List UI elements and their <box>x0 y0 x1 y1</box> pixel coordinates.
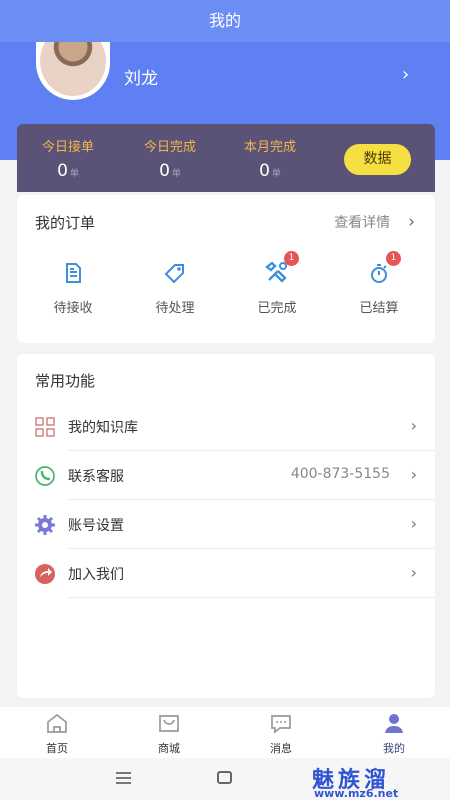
grid-icon <box>34 416 56 438</box>
share-icon <box>34 563 56 585</box>
home-button-icon[interactable] <box>217 771 232 784</box>
stat-today-completed: 今日完成 0单 <box>125 136 215 181</box>
bottom-tab-bar: 首页 商城 消息 我的 <box>0 707 450 758</box>
stat-value: 0单 <box>159 161 181 181</box>
menu-icon[interactable] <box>116 772 131 784</box>
order-settled[interactable]: 1 已结算 <box>339 251 419 316</box>
common-features-card: 常用功能 我的知识库 › 联系客服 400-873-5155 › 账号设置 › … <box>17 354 435 698</box>
home-icon <box>47 713 67 733</box>
stat-value: 0单 <box>259 161 281 181</box>
stat-label: 今日接单 <box>41 140 94 155</box>
features-title: 常用功能 <box>35 372 96 390</box>
mall-icon <box>159 715 179 732</box>
document-icon <box>59 259 87 287</box>
feature-join-us[interactable]: 加入我们 › <box>17 549 435 598</box>
orders-card: 我的订单 查看详情 › 待接收 待处理 1 已完成 1 已结算 <box>17 195 435 343</box>
stopwatch-icon: 1 <box>365 251 401 287</box>
order-completed[interactable]: 1 已完成 <box>237 251 317 316</box>
chevron-right-icon: › <box>408 212 415 232</box>
phone-icon <box>34 465 56 487</box>
stat-label: 今日完成 <box>143 140 196 155</box>
stat-value: 0单 <box>57 161 79 181</box>
chevron-right-icon: › <box>410 563 417 582</box>
tab-mine[interactable]: 我的 <box>354 712 434 756</box>
message-icon <box>271 715 291 734</box>
stat-today-received: 今日接单 0单 <box>23 136 113 181</box>
order-pending-receive[interactable]: 待接收 <box>33 259 113 316</box>
stat-label: 本月完成 <box>243 140 296 155</box>
tools-icon: 1 <box>263 251 299 287</box>
badge: 1 <box>284 251 299 266</box>
gear-icon <box>34 514 56 536</box>
view-details-link[interactable]: 查看详情 › <box>334 212 415 232</box>
page-title: 我的 <box>0 0 450 42</box>
feature-account-settings[interactable]: 账号设置 › <box>17 500 435 549</box>
divider <box>68 597 435 598</box>
watermark-url: www.mz6.net <box>314 787 399 800</box>
user-icon <box>385 714 403 733</box>
feature-knowledge-base[interactable]: 我的知识库 › <box>17 402 435 451</box>
username[interactable]: 刘龙 <box>124 64 158 89</box>
chevron-right-icon: › <box>410 514 417 533</box>
service-phone-number: 400-873-5155 <box>290 466 390 482</box>
profile-chevron-right-icon[interactable]: › <box>402 64 409 85</box>
feature-customer-service[interactable]: 联系客服 400-873-5155 › <box>17 451 435 500</box>
tab-messages[interactable]: 消息 <box>241 712 321 756</box>
data-button[interactable]: 数据 <box>344 144 411 175</box>
chevron-right-icon: › <box>410 465 417 484</box>
order-pending-process[interactable]: 待处理 <box>135 259 215 316</box>
avatar-image <box>40 42 106 96</box>
tab-home[interactable]: 首页 <box>17 712 97 756</box>
stat-month-completed: 本月完成 0单 <box>225 136 315 181</box>
tab-mall[interactable]: 商城 <box>129 712 209 756</box>
orders-title: 我的订单 <box>35 214 96 232</box>
badge: 1 <box>386 251 401 266</box>
chevron-right-icon: › <box>410 416 417 435</box>
tag-icon <box>161 259 189 287</box>
